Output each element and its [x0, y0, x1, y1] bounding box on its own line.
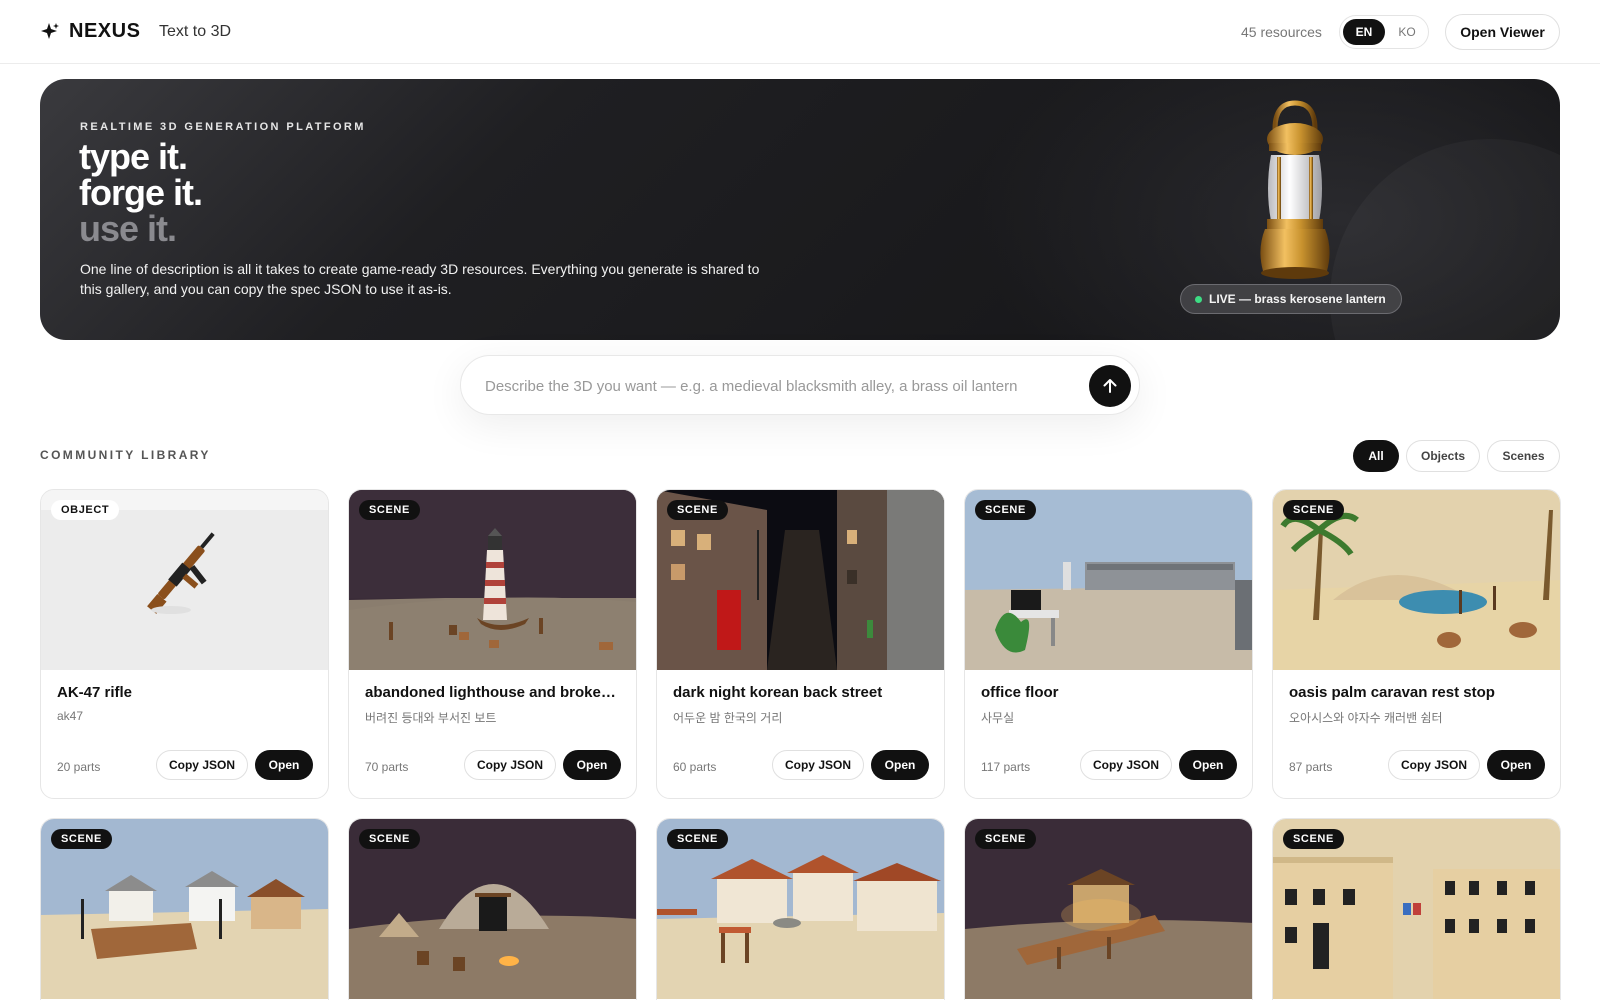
resource-card[interactable]: SCENE [348, 818, 637, 1000]
resource-card[interactable]: SCENE [656, 818, 945, 1000]
card-thumbnail[interactable]: SCENE [965, 490, 1252, 670]
sparkle-logo-icon [41, 23, 59, 39]
card-thumbnail[interactable]: SCENE [965, 819, 1252, 999]
card-type-badge: SCENE [1283, 500, 1344, 520]
copy-json-button[interactable]: Copy JSON [772, 750, 864, 780]
card-type-badge: OBJECT [51, 500, 120, 520]
filter-objects-tab[interactable]: Objects [1406, 440, 1480, 472]
copy-json-button[interactable]: Copy JSON [1080, 750, 1172, 780]
prompt-bar [460, 355, 1140, 415]
card-title: office floor [981, 684, 1059, 701]
card-thumbnail[interactable]: SCENE [349, 490, 636, 670]
hero-banner: REALTIME 3D GENERATION PLATFORM type it.… [40, 79, 1560, 340]
hero-description: One line of description is all it takes … [80, 261, 760, 297]
lang-ko-button[interactable]: KO [1387, 19, 1427, 45]
card-thumbnail[interactable]: SCENE [41, 819, 328, 999]
live-indicator-dot [1195, 296, 1202, 303]
resource-card[interactable]: SCENE oasis palm caravan rest stop 오아시스와… [1272, 489, 1561, 799]
open-button[interactable]: Open [871, 750, 929, 780]
hero-headline-1: type it. [79, 136, 188, 177]
filter-all-tab[interactable]: All [1353, 440, 1399, 472]
open-button[interactable]: Open [1487, 750, 1545, 780]
card-title: dark night korean back street [673, 684, 883, 701]
lang-en-button[interactable]: EN [1343, 19, 1385, 45]
generate-submit-button[interactable] [1089, 365, 1131, 407]
card-subtitle: 사무실 [981, 711, 1015, 725]
card-thumbnail[interactable]: SCENE [1273, 490, 1560, 670]
open-viewer-button[interactable]: Open Viewer [1445, 14, 1560, 50]
resource-card[interactable]: SCENE abandoned lighthouse and broken bo… [348, 489, 637, 799]
copy-json-button[interactable]: Copy JSON [156, 750, 248, 780]
card-part-count: 20 parts [57, 760, 101, 774]
card-thumbnail[interactable]: SCENE [657, 490, 944, 670]
card-type-badge: SCENE [975, 500, 1036, 520]
card-part-count: 70 parts [365, 760, 409, 774]
resource-card[interactable]: SCENE [40, 818, 329, 1000]
card-thumbnail[interactable]: OBJECT [41, 490, 328, 670]
card-type-badge: SCENE [359, 829, 420, 849]
copy-json-button[interactable]: Copy JSON [1388, 750, 1480, 780]
card-subtitle: 오아시스와 야자수 캐러밴 쉼터 [1289, 711, 1443, 725]
filter-scenes-tab[interactable]: Scenes [1487, 440, 1560, 472]
open-button[interactable]: Open [563, 750, 621, 780]
card-thumbnail[interactable]: SCENE [1273, 819, 1560, 999]
card-type-badge: SCENE [51, 829, 112, 849]
card-type-badge: SCENE [667, 500, 728, 520]
card-thumbnail[interactable]: SCENE [657, 819, 944, 999]
resource-card[interactable]: OBJECT AK-47 rifle ak47 20 parts Copy JS… [40, 489, 329, 799]
open-button[interactable]: Open [1179, 750, 1237, 780]
language-toggle: EN KO [1339, 15, 1429, 49]
card-subtitle: 버려진 등대와 부서진 보트 [365, 711, 497, 725]
card-type-badge: SCENE [1283, 829, 1344, 849]
arrow-up-icon [1103, 379, 1117, 393]
resource-card[interactable]: SCENE [1272, 818, 1561, 1000]
brand-name[interactable]: NEXUS [69, 20, 140, 43]
card-type-badge: SCENE [359, 500, 420, 520]
copy-json-button[interactable]: Copy JSON [464, 750, 556, 780]
card-type-badge: SCENE [667, 829, 728, 849]
brand-tagline: Text to 3D [159, 23, 232, 40]
card-subtitle: 어두운 밤 한국의 거리 [673, 711, 783, 725]
card-subtitle: ak47 [57, 709, 84, 723]
card-type-badge: SCENE [975, 829, 1036, 849]
live-preview-badge[interactable]: LIVE — brass kerosene lantern [1180, 284, 1402, 314]
live-preview-label: LIVE — brass kerosene lantern [1209, 292, 1386, 306]
resource-card[interactable]: SCENE dark night korean back street 어두운 … [656, 489, 945, 799]
resource-count: 45 resources [1241, 24, 1322, 40]
hero-headline-3: use it. [79, 208, 177, 249]
card-title: abandoned lighthouse and broken boat [365, 684, 625, 701]
card-thumbnail[interactable]: SCENE [349, 819, 636, 999]
resource-card[interactable]: SCENE [964, 818, 1253, 1000]
open-button[interactable]: Open [255, 750, 313, 780]
card-part-count: 117 parts [981, 760, 1031, 774]
card-title: oasis palm caravan rest stop [1289, 684, 1495, 701]
resource-card[interactable]: SCENE office floor 사무실 117 parts Copy JS… [964, 489, 1253, 799]
library-title: COMMUNITY LIBRARY [40, 448, 211, 462]
hero-eyebrow: REALTIME 3D GENERATION PLATFORM [80, 121, 366, 133]
card-title: AK-47 rifle [57, 684, 133, 701]
top-bar: NEXUS Text to 3D 45 resources EN KO Open… [0, 0, 1600, 64]
card-part-count: 60 parts [673, 760, 717, 774]
card-part-count: 87 parts [1289, 760, 1333, 774]
hero-headline-2: forge it. [79, 172, 203, 213]
lantern-3d-preview[interactable] [1235, 99, 1355, 299]
prompt-input[interactable] [485, 374, 1065, 398]
